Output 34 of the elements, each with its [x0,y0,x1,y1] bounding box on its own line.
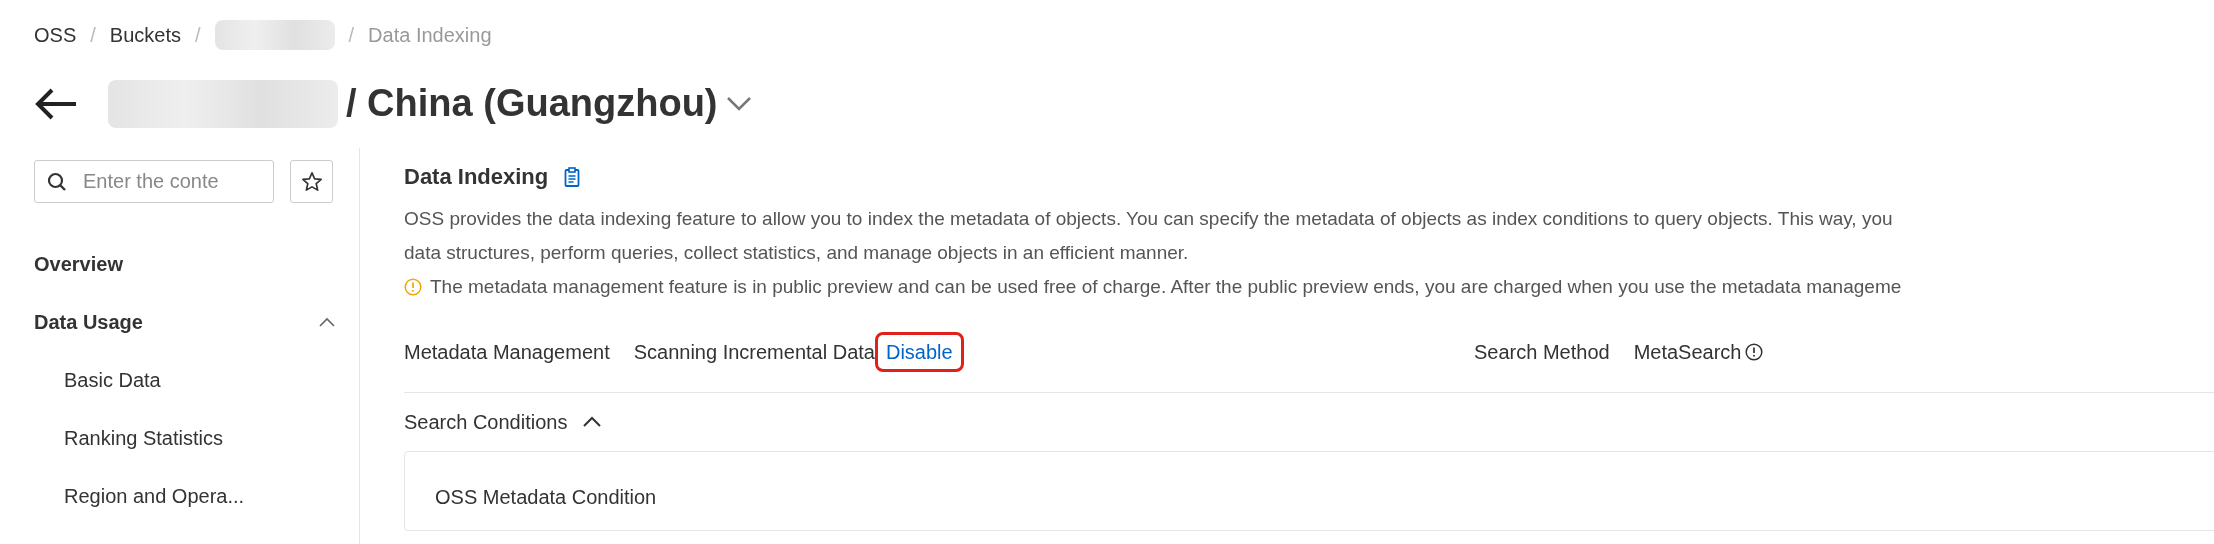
info-icon[interactable] [1745,343,1764,361]
description-text: data structures, perform queries, collect statistics, and manage objects in an efficient manner. [404,241,1190,265]
breadcrumb-separator: / [90,23,96,48]
search-icon [47,172,67,192]
sidebar-item[interactable]: Overview [34,249,123,279]
status-text: Scanning Incremental Data [633,340,875,365]
chevron-up-icon[interactable] [583,416,602,428]
section-label: Search Conditions [404,410,568,435]
breadcrumb-link[interactable]: Buckets [109,20,181,50]
back-arrow-icon[interactable] [34,87,78,121]
breadcrumb-separator: / [348,23,355,48]
chevron-down-icon[interactable] [725,96,752,112]
search-field[interactable]: Enter the conte [34,160,274,203]
breadcrumb-separator: / [194,23,201,48]
notice-text: The metadata management feature is in public preview and can be used free of charge. After the public preview ends, you are charged when you use the metadata manageme [430,275,1902,299]
chevron-up-icon[interactable] [319,317,335,327]
field-value: MetaSearch [1633,340,1742,365]
section-title: Data Indexing [404,163,549,191]
clipboard-icon[interactable] [564,167,581,187]
warning-icon [404,278,422,296]
field-label: Search Method [1474,340,1610,365]
sidebar-subitem[interactable]: Ranking Statistics [34,409,223,467]
breadcrumb-current: Data Indexing [368,23,492,48]
breadcrumb-link[interactable]: OSS [34,20,77,50]
sidebar-subitem[interactable]: Basic Data [34,351,161,409]
star-icon [300,170,323,193]
card-title: OSS Metadata Condition [435,485,658,510]
disable-link[interactable]: Disable [874,332,964,372]
page-title: / China (Guangzhou) [346,81,718,127]
field-label: Metadata Management [404,340,610,365]
sidebar-item[interactable]: Data Usage [34,307,143,337]
favorite-button[interactable] [290,160,333,203]
sidebar-subitem[interactable]: Region and Opera... [34,467,245,525]
description-text: OSS provides the data indexing feature to allow you to index the metadata of objects. You can specify the metadata of objects as index conditions to query objects. This way, you [404,207,1894,231]
